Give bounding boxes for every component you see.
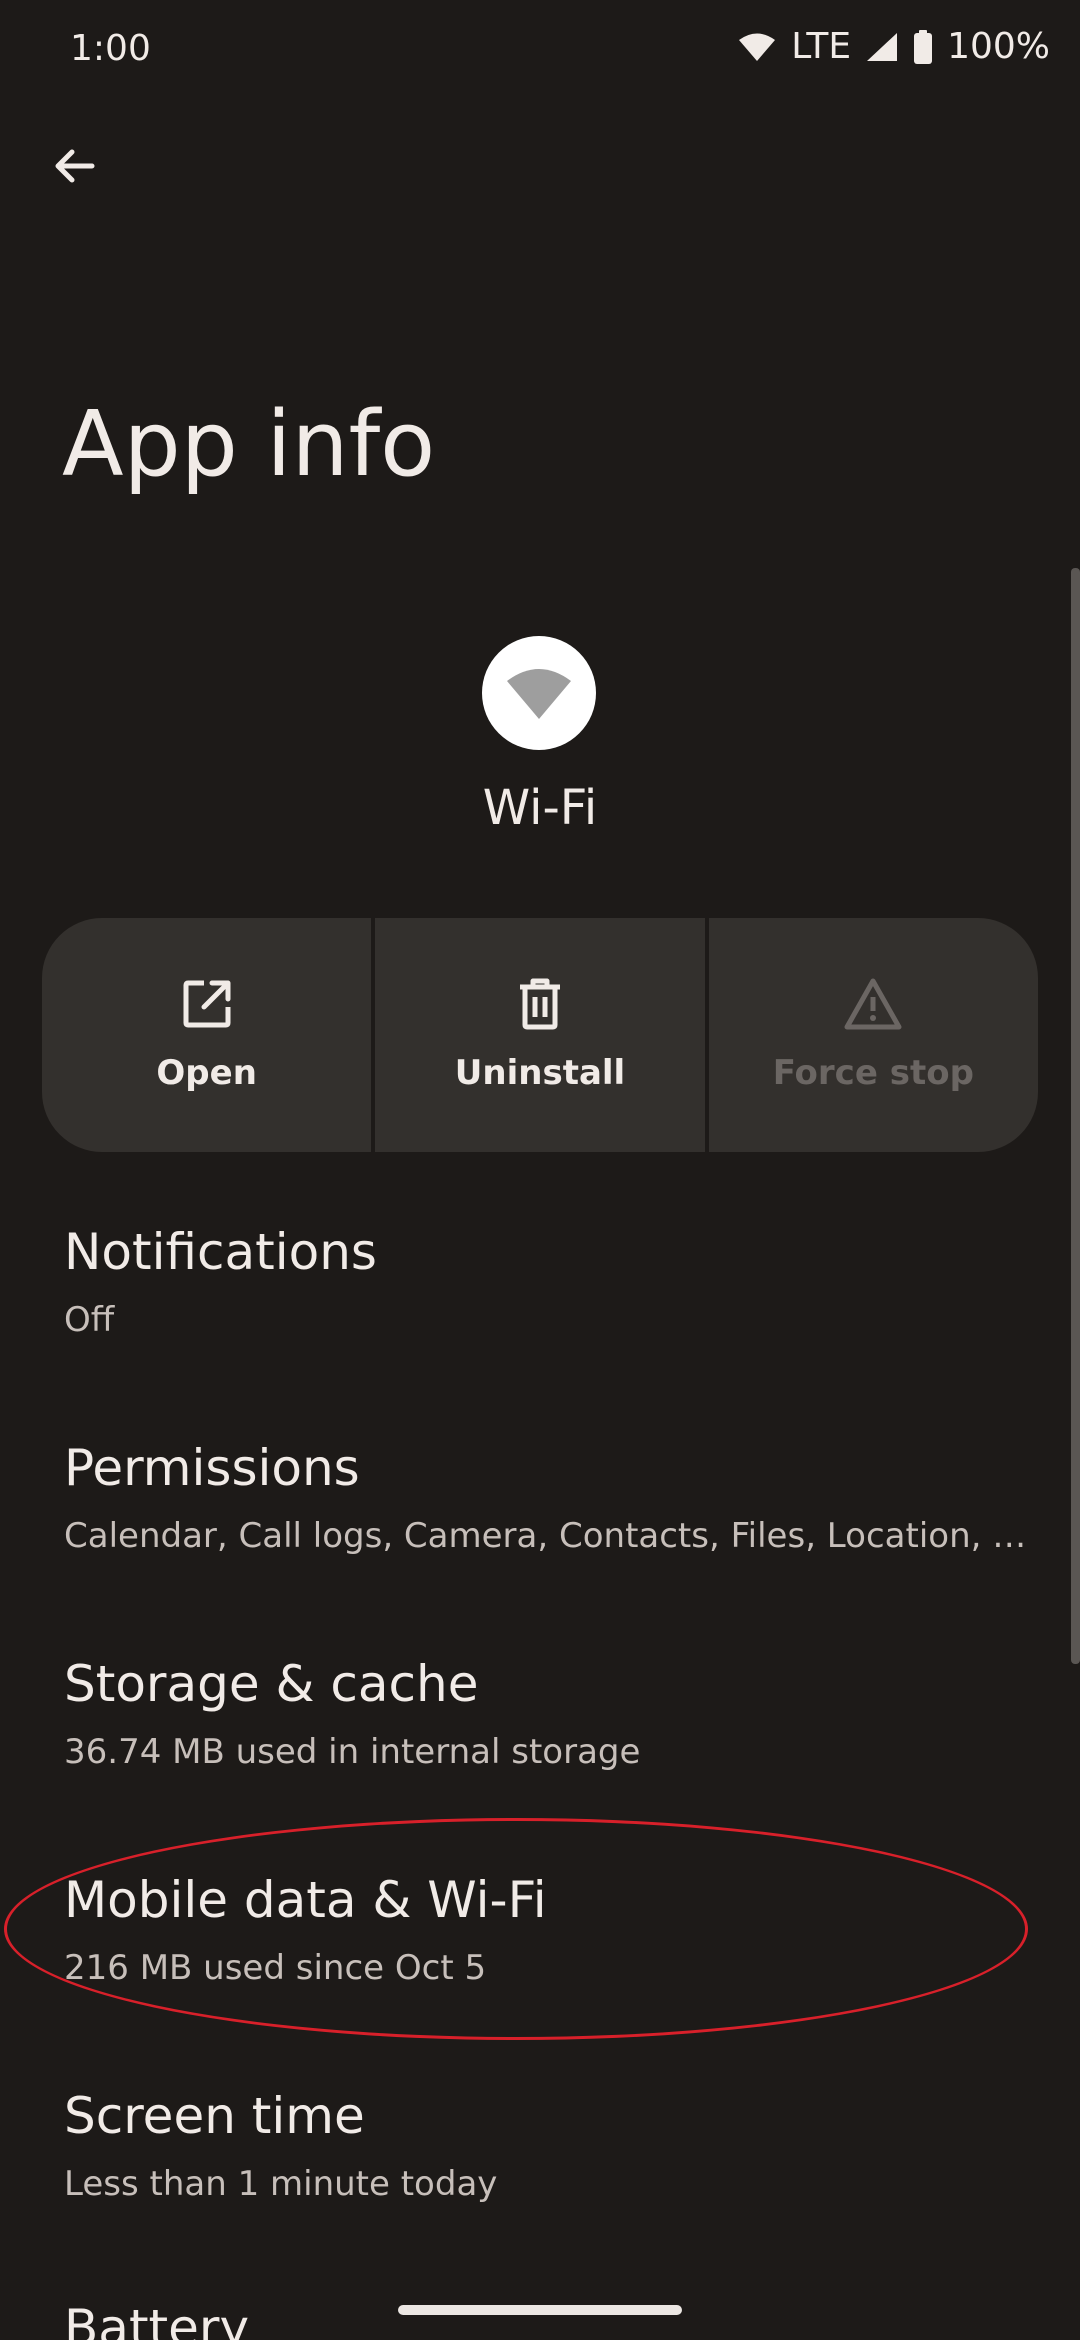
wifi-signal-icon — [739, 33, 776, 61]
storage-title: Storage & cache — [64, 1655, 479, 1713]
app-name: Wi-Fi — [482, 780, 598, 836]
gesture-nav-bar[interactable] — [398, 2305, 682, 2315]
battery-icon — [914, 29, 933, 64]
open-label: Open — [156, 1053, 257, 1093]
storage-item[interactable]: Storage & cache 36.74 MB used in interna… — [64, 1654, 1044, 1772]
wifi-icon — [507, 669, 571, 719]
back-arrow-icon — [55, 149, 95, 183]
notifications-title: Notifications — [64, 1223, 377, 1281]
cell-signal-icon — [867, 32, 898, 61]
trash-icon — [519, 978, 560, 1030]
storage-summary: 36.74 MB used in internal storage — [64, 1732, 641, 1772]
back-button[interactable] — [40, 132, 108, 200]
app-info-screen: 1:00 LTE 100% App info Wi-Fi Open Uninst… — [0, 0, 1080, 2340]
force-stop-label: Force stop — [772, 1053, 974, 1093]
open-button[interactable]: Open — [42, 918, 372, 1152]
battery-percent: 100% — [947, 26, 1050, 67]
force-stop-button[interactable]: Force stop — [708, 918, 1038, 1152]
status-time: 1:00 — [70, 28, 151, 69]
screen-time-item[interactable]: Screen time Less than 1 minute today — [64, 2086, 1044, 2204]
notifications-summary: Off — [64, 1300, 115, 1340]
status-icons: LTE 100% — [737, 26, 1050, 67]
highlight-annotation — [4, 1818, 1028, 2040]
notifications-item[interactable]: Notifications Off — [64, 1222, 1044, 1340]
permissions-summary: Calendar, Call logs, Camera, Contacts, F… — [64, 1516, 1044, 1556]
app-icon — [482, 636, 596, 750]
permissions-item[interactable]: Permissions Calendar, Call logs, Camera,… — [64, 1438, 1044, 1556]
action-buttons: Open Uninstall Force stop — [42, 918, 1038, 1152]
network-type: LTE — [791, 26, 852, 67]
page-title: App info — [62, 392, 436, 497]
permissions-title: Permissions — [64, 1439, 360, 1497]
scrollbar[interactable] — [1071, 568, 1080, 1664]
screen-time-title: Screen time — [64, 2087, 365, 2145]
screen-time-summary: Less than 1 minute today — [64, 2164, 498, 2204]
uninstall-button[interactable]: Uninstall — [375, 918, 705, 1152]
status-bar: 1:00 LTE 100% — [0, 0, 1080, 100]
uninstall-label: Uninstall — [454, 1053, 626, 1093]
open-external-icon — [183, 980, 231, 1028]
warning-icon — [844, 978, 902, 1030]
